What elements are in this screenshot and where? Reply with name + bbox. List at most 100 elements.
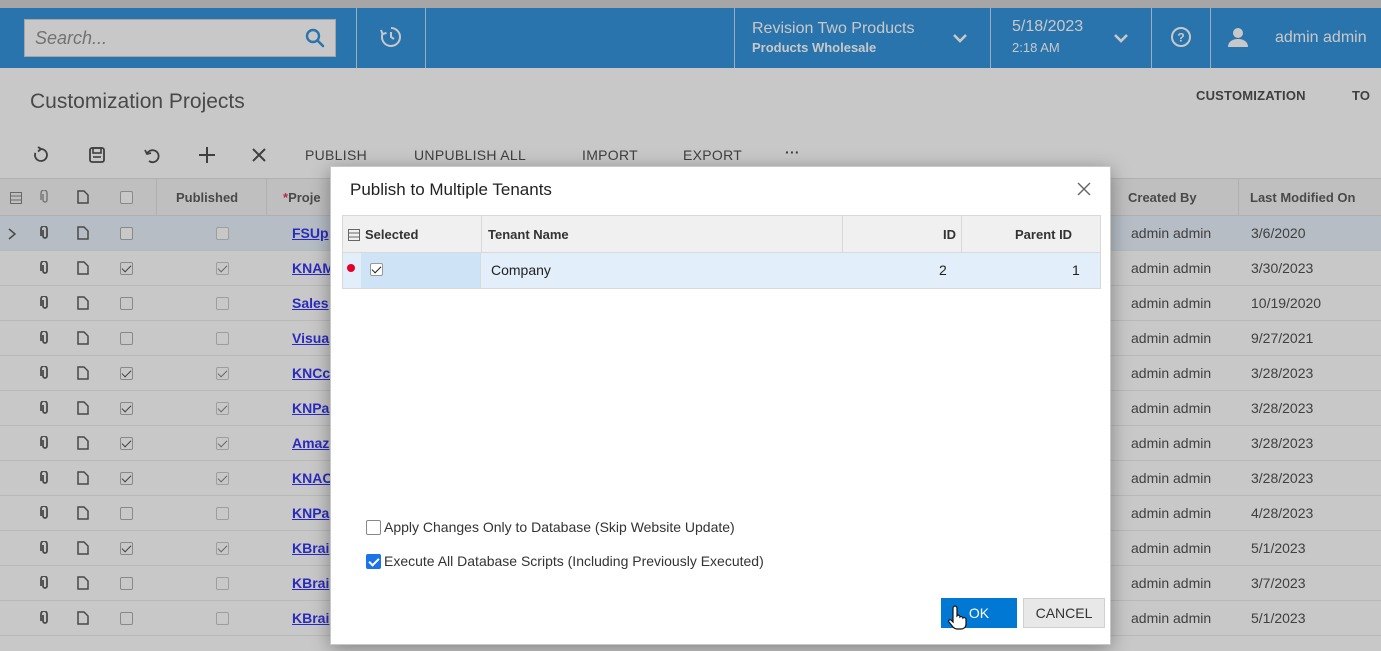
import-button[interactable]: IMPORT [582,147,638,163]
history-button[interactable] [357,8,425,68]
row-select-checkbox[interactable] [120,577,133,590]
undo-icon[interactable] [141,144,163,166]
company-selector[interactable]: Revision Two Products Products Wholesale [735,8,990,68]
date-selector[interactable]: 5/18/2023 2:18 AM [991,8,1151,68]
project-link[interactable]: Sales [292,295,329,311]
project-link[interactable]: KNAC [292,470,332,486]
search-box[interactable] [24,19,336,57]
attachment-icon[interactable] [40,540,50,558]
close-icon[interactable] [1074,179,1094,199]
attachment-icon[interactable] [40,575,50,593]
add-icon[interactable] [196,144,218,166]
tenant-row[interactable]: Company 2 1 [342,253,1101,289]
attachment-icon[interactable] [40,505,50,523]
file-icon[interactable] [77,471,89,488]
attachment-icon[interactable] [40,400,50,418]
refresh-icon[interactable] [30,144,52,166]
file-icon[interactable] [77,331,89,348]
project-link[interactable]: KNPa [292,505,329,521]
select-all-checkbox[interactable] [120,191,133,204]
column-tenant-name[interactable]: Tenant Name [488,227,569,242]
tenant-id: 2 [939,262,947,278]
column-created-by[interactable]: Created By [1128,190,1197,205]
col-separator [156,179,157,217]
column-last-modified[interactable]: Last Modified On [1250,190,1355,205]
project-link[interactable]: KNAM [292,260,334,276]
tenant-selected-checkbox[interactable] [370,263,383,276]
search-icon[interactable] [305,28,325,48]
column-published[interactable]: Published [176,190,238,205]
attachment-icon[interactable] [40,330,50,348]
project-link[interactable]: KBrai [292,575,329,591]
created-by: admin admin [1131,470,1212,486]
company-name: Revision Two Products [752,20,915,37]
file-icon[interactable] [77,401,89,418]
row-select-checkbox[interactable] [120,542,133,555]
row-select-checkbox[interactable] [120,507,133,520]
row-select-checkbox[interactable] [120,402,133,415]
attachment-icon[interactable] [40,365,50,383]
file-icon[interactable] [77,296,89,313]
file-icon[interactable] [77,611,89,628]
more-actions-button[interactable]: ··· [785,144,800,160]
row-select-checkbox[interactable] [120,437,133,450]
file-icon[interactable] [77,261,89,278]
execute-all-scripts-checkbox[interactable] [366,554,381,569]
file-icon[interactable] [77,436,89,453]
attachment-icon[interactable] [40,435,50,453]
last-modified: 3/28/2023 [1251,435,1314,451]
row-select-checkbox[interactable] [120,367,133,380]
row-select-checkbox[interactable] [120,332,133,345]
file-icon[interactable] [77,576,89,593]
created-by: admin admin [1131,505,1212,521]
help-button[interactable]: ? [1152,8,1210,68]
chevron-down-icon [1113,30,1129,49]
column-selected[interactable]: Selected [365,227,418,242]
project-link[interactable]: FSUp [292,225,329,241]
column-settings-icon[interactable] [10,191,22,207]
unpublish-all-button[interactable]: UNPUBLISH ALL [414,147,526,163]
link-customization[interactable]: CUSTOMIZATION [1196,88,1306,103]
project-link[interactable]: Visua [292,330,329,346]
apply-db-only-checkbox[interactable] [366,520,381,535]
attachment-icon[interactable] [40,610,50,628]
cancel-button[interactable]: CANCEL [1023,598,1105,628]
column-project[interactable]: *Proje [283,190,321,205]
column-id[interactable]: ID [943,227,956,242]
column-parent-id[interactable]: Parent ID [1015,227,1072,242]
row-select-checkbox[interactable] [120,227,133,240]
file-icon[interactable] [77,226,89,243]
save-icon[interactable] [86,144,108,166]
row-select-checkbox[interactable] [120,262,133,275]
attachment-icon[interactable] [40,225,50,243]
project-link[interactable]: KNCc [292,365,330,381]
attachment-icon[interactable] [40,470,50,488]
help-icon: ? [1170,26,1192,51]
selected-cell[interactable] [361,253,481,288]
project-link[interactable]: KBrai [292,610,329,626]
user-menu[interactable]: admin admin [1211,8,1381,68]
file-icon[interactable] [77,366,89,383]
row-select-checkbox[interactable] [120,612,133,625]
row-expand-icon[interactable] [8,227,17,243]
last-modified: 3/28/2023 [1251,470,1314,486]
column-settings-icon[interactable] [348,228,360,244]
attachment-icon[interactable] [40,295,50,313]
link-to[interactable]: TO [1352,88,1370,103]
export-button[interactable]: EXPORT [683,147,742,163]
row-select-checkbox[interactable] [120,472,133,485]
file-icon[interactable] [77,541,89,558]
delete-icon[interactable] [248,144,270,166]
attachment-icon[interactable] [40,260,50,278]
created-by: admin admin [1131,400,1212,416]
project-link[interactable]: Amaz [292,435,329,451]
file-icon[interactable] [77,506,89,523]
last-modified: 3/28/2023 [1251,365,1314,381]
search-input[interactable] [25,20,295,56]
project-link[interactable]: KBrai [292,540,329,556]
created-by: admin admin [1131,295,1212,311]
row-select-checkbox[interactable] [120,297,133,310]
publish-button[interactable]: PUBLISH [305,147,367,163]
last-modified: 4/28/2023 [1251,505,1314,521]
project-link[interactable]: KNPa [292,400,329,416]
